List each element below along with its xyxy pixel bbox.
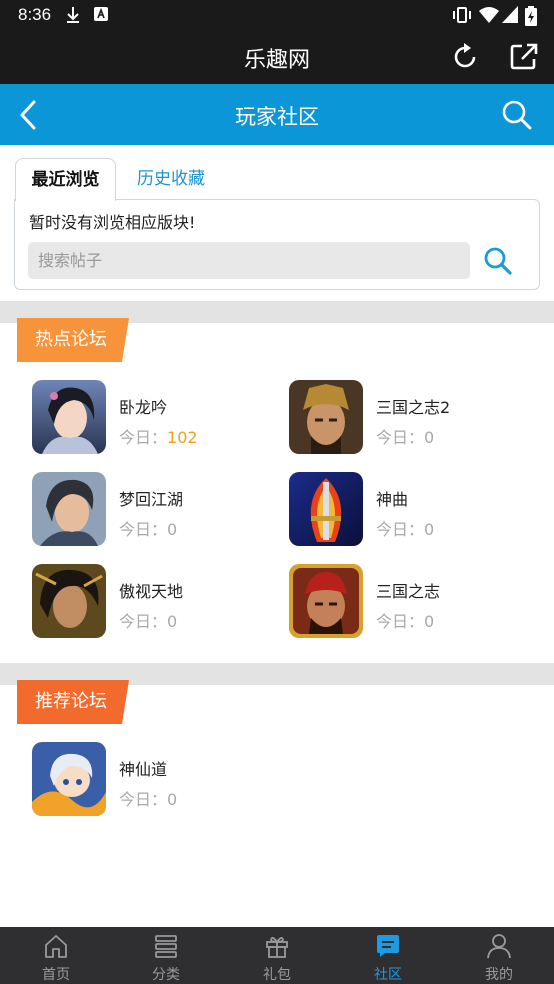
forum-name: 梦回江湖 — [119, 490, 184, 509]
today-count: 0 — [167, 790, 178, 809]
tab-recent[interactable]: 最近浏览 — [15, 158, 116, 201]
today-label: 今日： — [119, 428, 168, 447]
recommend-forums-title: 推荐论坛 — [35, 691, 107, 712]
sanguozhizhi-game-icon — [289, 564, 363, 638]
vibrate-icon — [453, 7, 471, 23]
forum-item[interactable]: 梦回江湖 今日：0 — [32, 472, 262, 548]
nav-gift-label: 礼包 — [263, 967, 291, 983]
forum-name: 卧龙吟 — [119, 398, 168, 417]
wifi-icon — [479, 7, 499, 23]
today-count: 102 — [167, 428, 198, 447]
forum-today: 今日：0 — [119, 516, 177, 540]
aoshitiandi-game-icon — [32, 564, 106, 638]
nav-mine-label: 我的 — [485, 967, 513, 983]
nav-community-label: 社区 — [374, 967, 402, 983]
recent-panel: 最近浏览 历史收藏 暂时没有浏览相应版块! 搜索帖子 — [14, 158, 540, 290]
forum-item[interactable]: 神仙道 今日：0 — [32, 742, 262, 818]
nav-home-label: 首页 — [42, 967, 70, 983]
today-label: 今日： — [376, 428, 425, 447]
today-label: 今日： — [119, 612, 168, 631]
share-icon[interactable] — [509, 42, 539, 72]
forum-today: 今日：0 — [376, 608, 434, 632]
wolongyin-game-icon — [32, 380, 106, 454]
forum-today: 今日：0 — [119, 786, 177, 810]
today-count: 0 — [424, 520, 435, 539]
recommend-forums-label: 推荐论坛 — [17, 680, 129, 724]
nav-gift[interactable]: 礼包 — [222, 927, 332, 984]
nav-bar: 玩家社区 — [0, 84, 554, 145]
today-label: 今日： — [119, 520, 168, 539]
nav-mine[interactable]: 我的 — [444, 927, 554, 984]
forum-item[interactable]: 神曲 今日：0 — [289, 472, 519, 548]
today-count: 0 — [167, 520, 178, 539]
download-icon — [67, 7, 79, 23]
status-time: 8:36 — [18, 5, 52, 24]
bottom-nav: 首页 分类 礼包 社区 我的 — [0, 927, 554, 984]
post-search-input[interactable]: 搜索帖子 — [28, 242, 470, 279]
forum-item[interactable]: 三国之志2 今日：0 — [289, 380, 519, 456]
status-bar: 8:36 — [0, 0, 554, 30]
forum-item[interactable]: 三国之志 今日：0 — [289, 564, 519, 640]
forum-item[interactable]: 卧龙吟 今日：102 — [32, 380, 262, 456]
today-count: 0 — [424, 428, 435, 447]
app-bar: 乐趣网 — [0, 30, 554, 84]
hot-forums-label: 热点论坛 — [17, 318, 129, 362]
post-search-icon[interactable] — [483, 246, 513, 276]
recent-box: 暂时没有浏览相应版块! 搜索帖子 — [14, 199, 540, 290]
forum-name: 三国之志2 — [376, 398, 451, 417]
tab-favorites[interactable]: 历史收藏 — [126, 158, 216, 200]
forum-name: 神曲 — [376, 490, 409, 509]
today-label: 今日： — [376, 612, 425, 631]
forum-name: 三国之志 — [376, 582, 441, 601]
forum-name: 神仙道 — [119, 760, 168, 779]
community-icon — [377, 935, 399, 957]
menghuijianghu-game-icon — [32, 472, 106, 546]
user-icon — [487, 934, 511, 959]
forum-today: 今日：102 — [119, 424, 198, 448]
nav-category-label: 分类 — [152, 967, 180, 983]
forum-name: 傲视天地 — [119, 582, 184, 601]
home-icon — [45, 935, 67, 958]
shenxiandao-game-icon — [32, 742, 106, 816]
empty-message: 暂时没有浏览相应版块! — [29, 213, 196, 232]
nav-community[interactable]: 社区 — [333, 927, 443, 984]
battery-icon — [525, 6, 537, 26]
page-title: 玩家社区 — [235, 105, 319, 129]
gift-icon — [266, 937, 288, 958]
today-label: 今日： — [376, 520, 425, 539]
search-icon[interactable] — [500, 98, 534, 132]
shenqu-game-icon — [289, 472, 363, 546]
nav-home[interactable]: 首页 — [1, 927, 111, 984]
today-count: 0 — [167, 612, 178, 631]
today-label: 今日： — [119, 790, 168, 809]
forum-today: 今日：0 — [376, 424, 434, 448]
forum-today: 今日：0 — [119, 608, 177, 632]
signal-icon — [502, 6, 518, 23]
forum-item[interactable]: 傲视天地 今日：0 — [32, 564, 262, 640]
refresh-icon[interactable] — [450, 42, 480, 72]
sanguozhizhi2-game-icon — [289, 380, 363, 454]
category-icon — [155, 935, 177, 958]
hot-forums-title: 热点论坛 — [35, 329, 107, 350]
today-count: 0 — [424, 612, 435, 631]
notification-a-icon — [94, 7, 108, 21]
forum-today: 今日：0 — [376, 516, 434, 540]
nav-category[interactable]: 分类 — [111, 927, 221, 984]
